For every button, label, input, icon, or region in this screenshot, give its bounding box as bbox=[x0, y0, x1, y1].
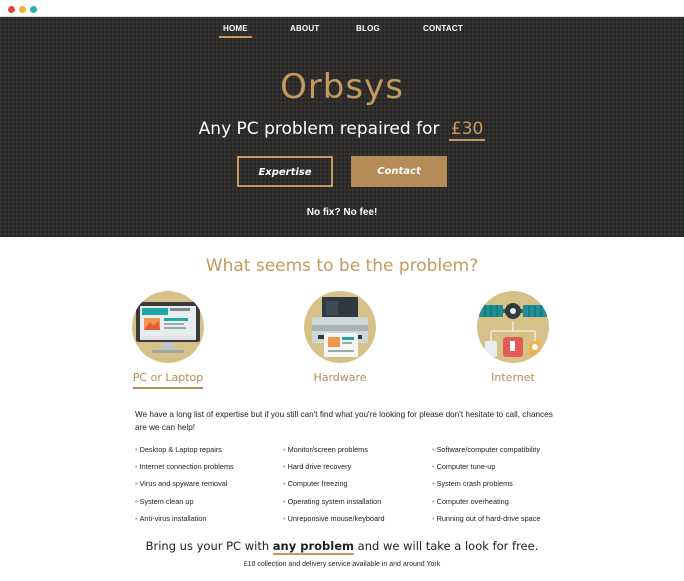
bullet-icon: • bbox=[432, 513, 435, 523]
no-fix-no-fee: No fix? No fee! bbox=[306, 207, 378, 218]
section-title: What seems to be the problem? bbox=[205, 256, 479, 276]
main-nav: HOME ABOUT BLOG CONTACT bbox=[0, 24, 684, 44]
category-label: Internet bbox=[491, 371, 535, 384]
bullet-icon: • bbox=[283, 513, 286, 523]
bullet-icon: • bbox=[283, 462, 286, 472]
list-item: • Anti-virus installation bbox=[135, 513, 207, 523]
bullet-icon: • bbox=[135, 445, 138, 454]
any-problem-highlight: any problem bbox=[272, 539, 355, 555]
bullet-icon: • bbox=[283, 445, 286, 454]
price-badge: £30 bbox=[448, 119, 486, 141]
expertise-column-3: • Software/computer compatibility • Comput… bbox=[432, 445, 540, 531]
list-item: • System clean up bbox=[135, 496, 194, 506]
nav-contact[interactable]: CONTACT bbox=[423, 24, 463, 33]
intro-text: We have a long list of expertise but if … bbox=[135, 410, 553, 432]
list-item: • Monitor/screen problems bbox=[283, 445, 368, 454]
monitor-icon bbox=[132, 291, 204, 363]
list-item: • Unreponsive mouse/keyboard bbox=[283, 513, 385, 523]
category-pc-laptop[interactable]: PC or Laptop bbox=[113, 291, 223, 389]
bullet-icon: • bbox=[135, 496, 138, 506]
list-item: • Running out of hard-drive space bbox=[432, 513, 541, 523]
list-item: • Computer freezing bbox=[283, 479, 348, 489]
bullet-icon: • bbox=[135, 462, 138, 472]
list-item: • Desktop & Laptop repairs bbox=[135, 445, 222, 454]
list-item: • System crash problems bbox=[432, 479, 513, 489]
list-item: • Operating system installation bbox=[283, 496, 382, 506]
list-item: • Software/computer compatibility bbox=[432, 445, 540, 454]
window-chrome bbox=[0, 0, 684, 17]
list-item: • Hard drive recovery bbox=[283, 462, 352, 472]
bullet-icon: • bbox=[432, 445, 435, 454]
bullet-icon: • bbox=[135, 513, 138, 523]
bullet-icon: • bbox=[283, 479, 286, 489]
nav-about[interactable]: ABOUT bbox=[290, 24, 319, 33]
category-label: Hardware bbox=[313, 371, 367, 384]
list-item: • Computer tune-up bbox=[432, 462, 496, 472]
nav-home[interactable]: HOME bbox=[219, 24, 252, 38]
category-label: PC or Laptop bbox=[132, 371, 204, 389]
list-item: • Computer overheating bbox=[432, 496, 509, 506]
minimize-dot[interactable] bbox=[19, 6, 26, 13]
brand-logo: Orbsys bbox=[280, 67, 404, 107]
bullet-icon: • bbox=[432, 462, 435, 472]
expertise-button[interactable]: Expertise bbox=[237, 156, 333, 187]
delivery-note: £10 collection and delivery service avai… bbox=[243, 561, 441, 568]
contact-button[interactable]: Contact bbox=[351, 156, 447, 187]
list-item: • Virus and spyware removal bbox=[135, 479, 228, 489]
maximize-dot[interactable] bbox=[30, 6, 37, 13]
free-check-text: Bring us your PC with any problem and we… bbox=[145, 539, 539, 555]
list-item: • Internet connection problems bbox=[135, 462, 234, 472]
expertise-column-2: • Monitor/screen problems • Hard drive rec… bbox=[283, 445, 385, 531]
satellite-icon bbox=[477, 291, 549, 363]
category-internet[interactable]: Internet bbox=[458, 291, 568, 387]
nav-blog[interactable]: BLOG bbox=[356, 24, 380, 33]
hero-section: HOME ABOUT BLOG CONTACT Orbsys Any PC pr… bbox=[0, 17, 684, 237]
bullet-icon: • bbox=[135, 479, 138, 489]
bullet-icon: • bbox=[432, 479, 435, 489]
category-hardware[interactable]: Hardware bbox=[285, 291, 395, 387]
bullet-icon: • bbox=[283, 496, 286, 506]
expertise-column-1: • Desktop & Laptop repairs • Internet conn… bbox=[135, 445, 234, 531]
close-dot[interactable] bbox=[8, 6, 15, 13]
tagline-text: Any PC problem repaired for bbox=[198, 119, 440, 139]
printer-icon bbox=[304, 291, 376, 363]
hero-tagline: Any PC problem repaired for £30 bbox=[0, 119, 684, 141]
bullet-icon: • bbox=[432, 496, 435, 506]
